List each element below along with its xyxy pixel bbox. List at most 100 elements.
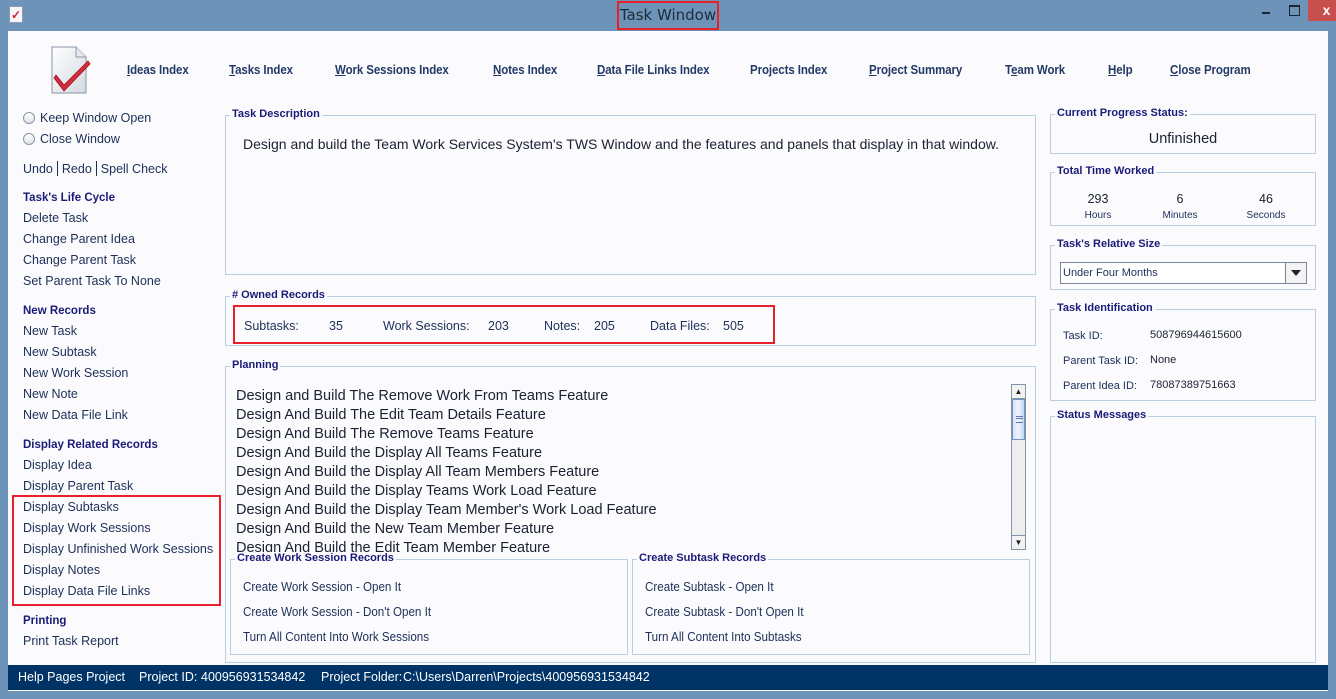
nav-label: lose Program (1178, 63, 1251, 77)
nav-team-work[interactable]: Team Work (1005, 63, 1065, 77)
create-work-session-panel: Create Work Session Records Create Work … (230, 552, 628, 655)
new-data-file-link[interactable]: New Data File Link (23, 408, 128, 422)
new-note-link[interactable]: New Note (23, 387, 78, 401)
close-window-radio[interactable]: Close Window (23, 132, 120, 146)
nav-label: ork Sessions Index (345, 63, 449, 77)
window-title: Task Window (617, 1, 719, 30)
time-worked-panel: Total Time Worked 293 Hours 6 Minutes 46… (1050, 165, 1316, 226)
radio-circle[interactable] (23, 133, 35, 145)
parent-task-id-value: None (1150, 354, 1177, 366)
seconds-value: 46 (1259, 192, 1273, 206)
display-idea-link[interactable]: Display Idea (23, 458, 92, 472)
panel-legend: Create Subtask Records (637, 552, 769, 564)
planning-line: Design And Build the New Team Member Fea… (236, 521, 555, 537)
planning-scrollbar[interactable]: ▲ ▼ (1011, 384, 1026, 550)
planning-line: Design And Build the Display All Teams F… (236, 445, 543, 461)
planning-line: Design And Build the Display All Team Me… (236, 464, 600, 480)
edit-actions: Undo Redo Spell Check (23, 161, 167, 176)
new-task-link[interactable]: New Task (23, 324, 77, 338)
change-parent-idea-link[interactable]: Change Parent Idea (23, 232, 135, 246)
new-subtask-link[interactable]: New Subtask (23, 345, 97, 359)
nav-label: elp (1116, 63, 1133, 77)
nav-label: deas Index (130, 63, 189, 77)
close-button[interactable]: x (1308, 0, 1336, 21)
scroll-down-arrow-icon[interactable]: ▼ (1012, 535, 1025, 549)
task-document-check-icon (51, 46, 91, 94)
nav-work-sessions-index[interactable]: Work Sessions Index (335, 63, 449, 77)
print-task-report-link[interactable]: Print Task Report (23, 634, 119, 648)
minimize-button[interactable] (1253, 0, 1279, 21)
planning-line: Design And Build the Display Team Member… (236, 502, 657, 518)
nav-projects-index[interactable]: Projects Index (750, 63, 827, 77)
task-id-value: 508796944615600 (1150, 329, 1242, 341)
owned-records-highlight: Subtasks: 35 Work Sessions: 203 Notes: 2… (233, 305, 775, 344)
set-parent-task-none-link[interactable]: Set Parent Task To None (23, 274, 161, 288)
panel-legend: Status Messages (1055, 409, 1149, 421)
hours-value: 293 (1087, 192, 1109, 206)
app-checkmark-icon[interactable]: ✓ (9, 6, 23, 23)
chevron-down-icon[interactable] (1285, 263, 1306, 283)
nav-label: roject Summary (876, 63, 963, 77)
nav-project-summary[interactable]: Project Summary (869, 63, 962, 77)
scroll-up-arrow-icon[interactable]: ▲ (1012, 385, 1025, 399)
status-bar: Help Pages Project Project ID: 400956931… (8, 665, 1328, 690)
nav-label: otes Index (501, 63, 558, 77)
panel-legend: Task's Relative Size (1055, 238, 1163, 250)
create-work-session-open-link[interactable]: Create Work Session - Open It (243, 580, 401, 594)
radio-circle[interactable] (23, 112, 35, 124)
divider (95, 161, 97, 176)
nav-tasks-index[interactable]: Tasks Index (229, 63, 293, 77)
nav-label: asks Index (235, 63, 293, 77)
new-work-session-link[interactable]: New Work Session (23, 366, 128, 380)
nav-ideas-index[interactable]: Ideas Index (127, 63, 189, 77)
project-folder-value: C:\Users\Darren\Projects\400956931534842 (403, 670, 650, 684)
project-folder-label: Project Folder: (321, 670, 403, 684)
change-parent-task-link[interactable]: Change Parent Task (23, 253, 136, 267)
parent-idea-id-value: 78087389751663 (1150, 379, 1236, 391)
title-bar[interactable]: ✓ Task Window x (0, 0, 1336, 31)
subtasks-count: 35 (329, 319, 343, 333)
section-heading-display-related: Display Related Records (23, 439, 158, 451)
nav-label: am Work (1017, 63, 1066, 77)
parent-task-id-label: Parent Task ID: (1063, 355, 1138, 367)
parent-idea-id-label: Parent Idea ID: (1063, 380, 1137, 392)
progress-status-panel: Current Progress Status: Unfinished (1050, 107, 1316, 154)
create-work-session-dont-open-link[interactable]: Create Work Session - Don't Open It (243, 605, 431, 619)
task-description-text[interactable]: Design and build the Team Work Services … (243, 136, 999, 152)
task-identification-panel: Task Identification Task ID: 50879694461… (1050, 302, 1316, 401)
nav-notes-index[interactable]: Notes Index (493, 63, 557, 77)
section-heading-printing: Printing (23, 615, 67, 627)
section-heading-life-cycle: Task's Life Cycle (23, 192, 116, 204)
divider (56, 161, 58, 176)
turn-content-into-subtasks-link[interactable]: Turn All Content Into Subtasks (645, 630, 802, 644)
planning-line: Design And Build The Remove Teams Featur… (236, 426, 534, 442)
relative-size-panel: Task's Relative Size Under Four Months (1050, 238, 1316, 290)
nav-close-program[interactable]: Close Program (1170, 63, 1251, 77)
display-parent-task-link[interactable]: Display Parent Task (23, 479, 133, 493)
undo-link[interactable]: Undo (23, 162, 53, 176)
nav-data-file-links-index[interactable]: Data File Links Index (597, 63, 710, 77)
turn-content-into-work-sessions-link[interactable]: Turn All Content Into Work Sessions (243, 630, 429, 644)
redo-link[interactable]: Redo (62, 162, 92, 176)
panel-legend: Task Identification (1055, 302, 1155, 314)
delete-task-link[interactable]: Delete Task (23, 211, 88, 225)
work-sessions-count: 203 (488, 319, 509, 333)
create-subtask-dont-open-link[interactable]: Create Subtask - Don't Open It (645, 605, 804, 619)
nav-mnemonic: W (335, 63, 346, 77)
task-description-panel: Task Description Design and build the Te… (225, 108, 1036, 275)
scrollbar-thumb[interactable] (1012, 399, 1025, 440)
relative-size-dropdown[interactable]: Under Four Months (1060, 262, 1307, 284)
planning-line: Design And Build the Display Teams Work … (236, 483, 597, 499)
create-subtask-open-link[interactable]: Create Subtask - Open It (645, 580, 774, 594)
subtasks-label: Subtasks: (244, 319, 299, 333)
planning-line: Design and Build The Remove Work From Te… (236, 388, 609, 404)
panel-legend: Planning (230, 359, 281, 371)
keep-window-open-radio[interactable]: Keep Window Open (23, 111, 151, 125)
panel-legend: Current Progress Status: (1055, 107, 1190, 119)
planning-panel: Planning Design and Build The Remove Wor… (225, 359, 1036, 663)
data-files-count: 505 (723, 319, 744, 333)
planning-text-area[interactable]: Design and Build The Remove Work From Te… (236, 387, 1006, 559)
nav-help[interactable]: Help (1108, 63, 1133, 77)
maximize-button[interactable] (1281, 0, 1307, 21)
spell-check-link[interactable]: Spell Check (101, 162, 168, 176)
